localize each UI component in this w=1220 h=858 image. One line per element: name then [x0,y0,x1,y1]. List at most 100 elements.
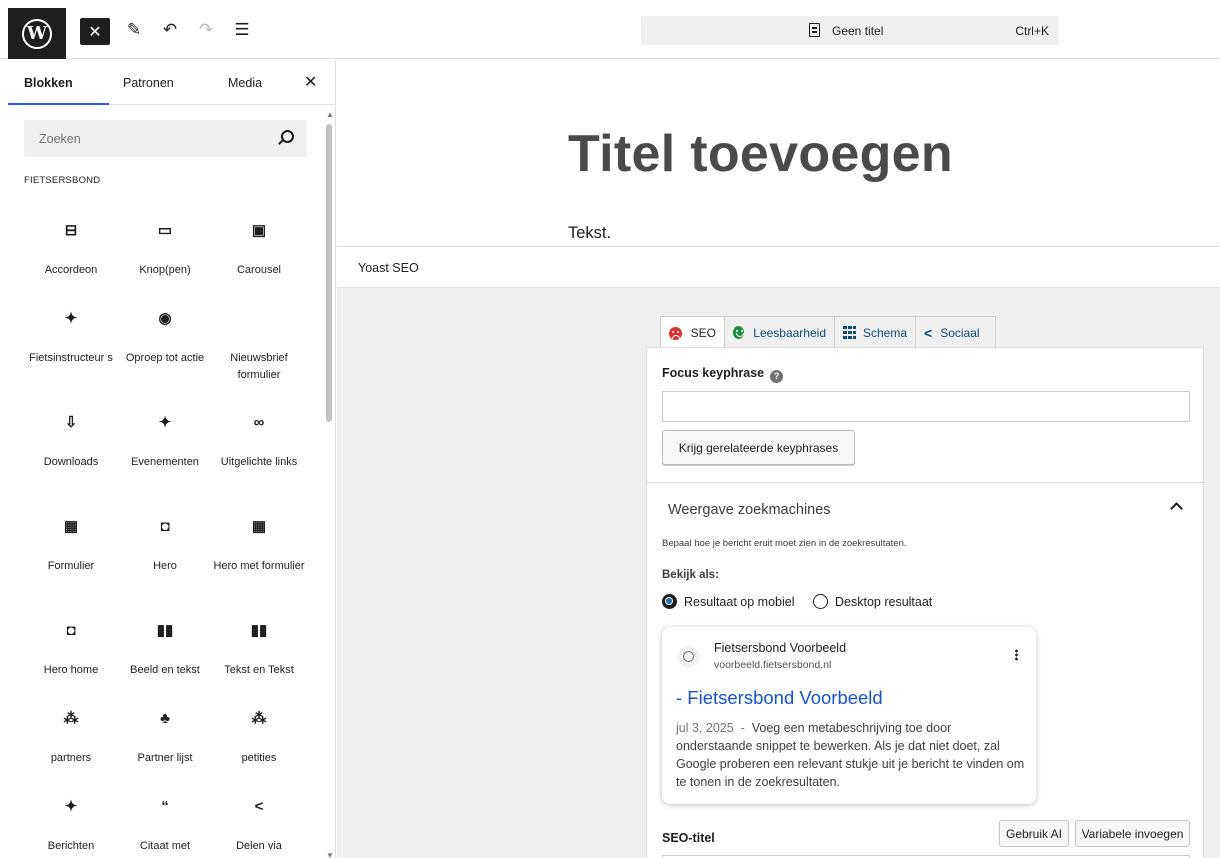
block-label: Evenementen [131,456,199,468]
block-item[interactable]: ▣ Carousel [212,220,306,279]
block-label: Fietsinstructeur s [29,352,113,364]
google-snippet-preview[interactable]: Fietsersbond Voorbeeld voorbeeld.fietser… [662,627,1036,804]
tab-leesbaarheid[interactable]: Leesbaarheid [724,316,835,349]
block-item[interactable]: < Delen via [212,796,306,855]
editor-canvas: Titel toevoegen Tekst. [337,60,1220,246]
carousel-icon: ▣ [251,222,267,239]
yoast-panel-header[interactable]: Yoast SEO [337,246,1220,288]
snippet-site-name: Fietsersbond Voorbeeld [714,641,847,655]
close-icon[interactable]: ✕ [304,72,317,92]
focus-keyphrase-input[interactable] [662,391,1190,422]
block-item[interactable]: ▦ Formulier [24,516,118,575]
wordpress-logo-icon[interactable]: W [8,8,66,59]
pin-icon: ✦ [158,414,172,431]
block-item[interactable]: ✦ Fietsinstructeur s [24,308,118,367]
block-item[interactable]: ♣ Partner lijst [118,708,212,767]
scrollbar-thumb[interactable] [326,124,332,422]
command-palette-bar[interactable]: Geen titel Ctrl+K [641,16,1059,45]
block-icon [212,308,306,330]
block-search-input[interactable]: Zoeken [24,120,307,157]
related-keyphrases-button[interactable]: Krijg gerelateerde keyphrases [662,430,855,465]
tab-schema-label: Schema [862,325,907,340]
columns-icon: ▮▮ [250,622,268,639]
search-placeholder: Zoeken [39,132,81,146]
block-item[interactable]: Nieuwsbrief formulier [212,308,306,384]
block-item[interactable]: ▭ Knop(pen) [118,220,212,279]
snippet-title[interactable]: - Fietsersbond Voorbeeld [676,687,883,709]
radio-desktop-result[interactable]: Desktop resultaat [813,594,932,609]
block-item[interactable]: ⁂ petities [212,708,306,767]
block-label: Hero met formulier [213,560,305,572]
document-icon [809,23,820,37]
block-label: Hero home [43,664,99,676]
block-label: Nieuwsbrief formulier [230,352,288,381]
search-appearance-title[interactable]: Weergave zoekmachines [668,502,831,518]
radio-mobile-result[interactable]: Resultaat op mobiel [662,594,794,609]
accordion-icon: ⊟ [64,222,78,239]
snippet-description[interactable]: jul 3, 2025 - Voeg een metabeschrijving … [676,719,1028,791]
tab-media[interactable]: Media [228,76,262,90]
document-title: Geen titel [832,24,884,38]
radio-selected-icon[interactable] [662,594,677,609]
radio-mobile-label: Resultaat op mobiel [684,594,795,609]
focus-keyphrase-text: Focus keyphrase [662,366,765,380]
undo-icon[interactable]: ↶ [158,18,182,42]
radio-unselected-icon[interactable] [813,594,828,609]
columns-icon: ▮▮ [156,622,174,639]
block-label: Downloads [43,456,99,468]
insert-variable-button[interactable]: Variabele invoegen [1075,820,1190,847]
radio-desktop-label: Desktop resultaat [835,594,933,609]
scroll-down-icon[interactable]: ▼ [326,851,334,858]
tab-seo-label: SEO [690,326,716,340]
help-icon[interactable]: ? [770,370,784,383]
quote-icon: “ [161,798,169,815]
tab-seo[interactable]: SEO [660,316,725,350]
yoast-seo-box: Focus keyphrase? Krijg gerelateerde keyp… [646,347,1205,858]
block-item[interactable]: “ Citaat met [118,796,212,855]
yoast-panel-title: Yoast SEO [358,261,419,275]
top-toolbar: W ✕ ✎ ↶ ↷ ☰ Geen titel Ctrl+K [0,0,1220,59]
block-item[interactable]: ▦ Hero met formulier [212,516,306,575]
share-icon: < [254,798,264,815]
block-item[interactable]: ⁂ partners [24,708,118,767]
close-inserter-button[interactable]: ✕ [80,18,110,45]
block-item[interactable]: ✦ Evenementen [118,412,212,471]
panel-scrollbar[interactable]: ▲ ▼ [325,108,335,858]
chevron-up-icon[interactable] [1170,502,1183,515]
download-icon: ⇩ [64,414,78,431]
block-item[interactable]: ◘ Hero home [24,620,118,679]
search-icon[interactable] [281,130,294,143]
scroll-up-icon[interactable]: ▲ [326,110,334,119]
use-ai-button[interactable]: Gebruik AI [999,820,1069,847]
post-title-input[interactable]: Titel toevoegen [568,124,953,184]
tab-leesbaarheid-label: Leesbaarheid [753,325,826,340]
block-item[interactable]: ⇩ Downloads [24,412,118,471]
document-overview-icon[interactable]: ☰ [230,18,254,42]
tab-schema[interactable]: Schema [834,316,916,349]
block-item[interactable]: ◘ Hero [118,516,212,575]
block-item[interactable]: ∞ Uitgelichte links [212,412,306,471]
block-item[interactable]: ✦ Berichten [24,796,118,855]
block-item[interactable]: ◉ Oproep tot actie [118,308,212,367]
snippet-date: jul 3, 2025 [676,721,734,735]
pin-icon: ✦ [64,310,78,327]
block-item[interactable]: ▮▮ Beeld en tekst [118,620,212,679]
globe-icon [678,646,700,668]
tab-patronen[interactable]: Patronen [123,76,174,90]
tab-blokken[interactable]: Blokken [24,76,73,90]
block-item[interactable]: ⊟ Accordeon [24,220,118,279]
block-label: Citaat met [139,840,191,852]
pencil-icon[interactable]: ✎ [122,18,146,42]
redo-icon[interactable]: ↷ [194,18,218,42]
block-label: Accordeon [44,264,98,276]
keyboard-shortcut: Ctrl+K [1015,24,1049,38]
block-label: Tekst en Tekst [224,664,294,676]
paragraph-block[interactable]: Tekst. [568,224,611,243]
block-label: Carousel [236,264,282,276]
share-icon: < [924,324,933,341]
tab-sociaal[interactable]: < Sociaal [915,316,996,349]
block-item[interactable]: ▮▮ Tekst en Tekst [212,620,306,679]
grid-icon [843,326,856,339]
block-label: Uitgelichte links [220,456,298,468]
block-label: Delen via [236,840,282,852]
